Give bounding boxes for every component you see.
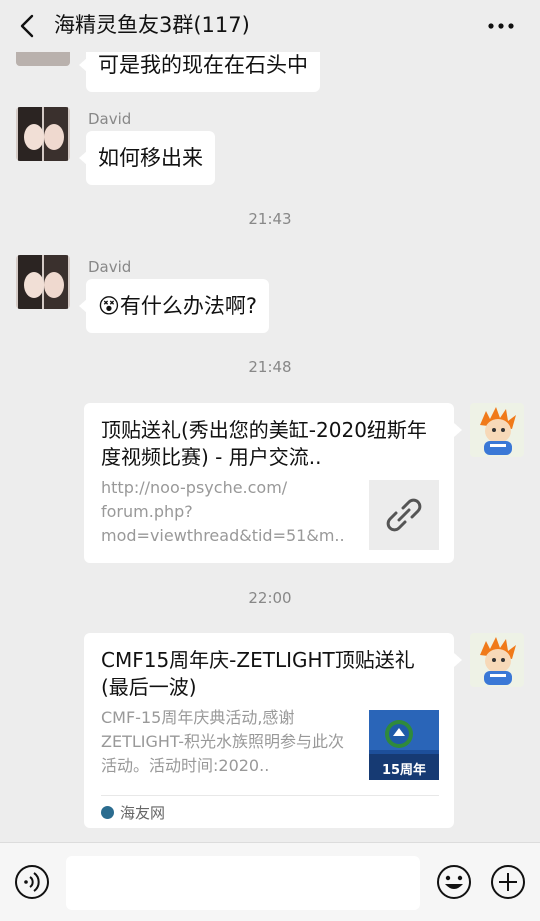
anniversary-badge-icon: 15周年 [369, 710, 439, 780]
source-logo-icon [101, 806, 114, 819]
link-icon [386, 498, 422, 532]
message-bubble[interactable]: 如何移出来 [79, 131, 215, 185]
page-title: 海精灵鱼友3群(117) [54, 13, 250, 37]
avatar[interactable] [470, 633, 524, 687]
plus-icon [491, 865, 525, 899]
timestamp: 22:00 [248, 589, 292, 607]
message-text: 有什么办法啊? [119, 294, 258, 318]
avatar-image [470, 403, 524, 457]
more-button[interactable] [486, 12, 516, 40]
source-name: 海友网 [120, 804, 166, 822]
card-source[interactable]: 海友网 [101, 795, 439, 823]
sender-name: David [88, 110, 132, 128]
avatar[interactable] [16, 107, 70, 161]
message-bubble[interactable]: 😵有什么办法啊? [78, 279, 270, 333]
timestamp: 21:43 [248, 210, 292, 228]
card-title: CMF15周年庆-ZETLIGHT顶贴送礼(最后一波) [101, 648, 415, 699]
card-description: http://noo-psyche.com/ forum.php? mod=vi… [101, 478, 345, 545]
smile-icon [437, 865, 471, 899]
avatar-image [470, 633, 524, 687]
input-bar [0, 842, 540, 921]
message-input[interactable] [66, 856, 420, 910]
chat-area[interactable]: 可是我的现在在石头中 David 如何移出来 21:43 David 😵有什么办… [0, 0, 540, 842]
timestamp: 21:48 [248, 358, 292, 376]
emoji-button[interactable] [436, 864, 472, 900]
back-button[interactable] [14, 12, 42, 40]
link-card[interactable]: 顶贴送礼(秀出您的美缸-2020纽斯年度视频比赛) - 用户交流.. http:… [84, 403, 462, 563]
badge-text: 15周年 [382, 762, 426, 778]
avatar[interactable] [16, 255, 70, 309]
chevron-left-icon [20, 14, 34, 38]
sender-name: David [88, 258, 132, 276]
message-text: 可是我的现在在石头中 [98, 53, 308, 77]
avatar-image [16, 255, 70, 309]
card-title: 顶贴送礼(秀出您的美缸-2020纽斯年度视频比赛) - 用户交流.. [101, 418, 427, 469]
dizzy-emoji-icon: 😵 [98, 294, 120, 318]
voice-button[interactable] [14, 864, 50, 900]
plus-button[interactable] [490, 864, 526, 900]
card-thumbnail: 15周年 [369, 710, 439, 780]
avatar[interactable] [470, 403, 524, 457]
header: 海精灵鱼友3群(117) [0, 0, 540, 52]
message-text: 如何移出来 [98, 146, 203, 170]
card-description: CMF-15周年庆典活动,感谢ZETLIGHT-积光水族照明参与此次活动。活动时… [101, 708, 344, 775]
voice-icon [15, 865, 49, 899]
more-dots-icon [488, 23, 514, 29]
avatar-image [16, 107, 70, 161]
link-card[interactable]: CMF15周年庆-ZETLIGHT顶贴送礼(最后一波) CMF-15周年庆典活动… [84, 633, 462, 828]
card-thumbnail [369, 480, 439, 550]
